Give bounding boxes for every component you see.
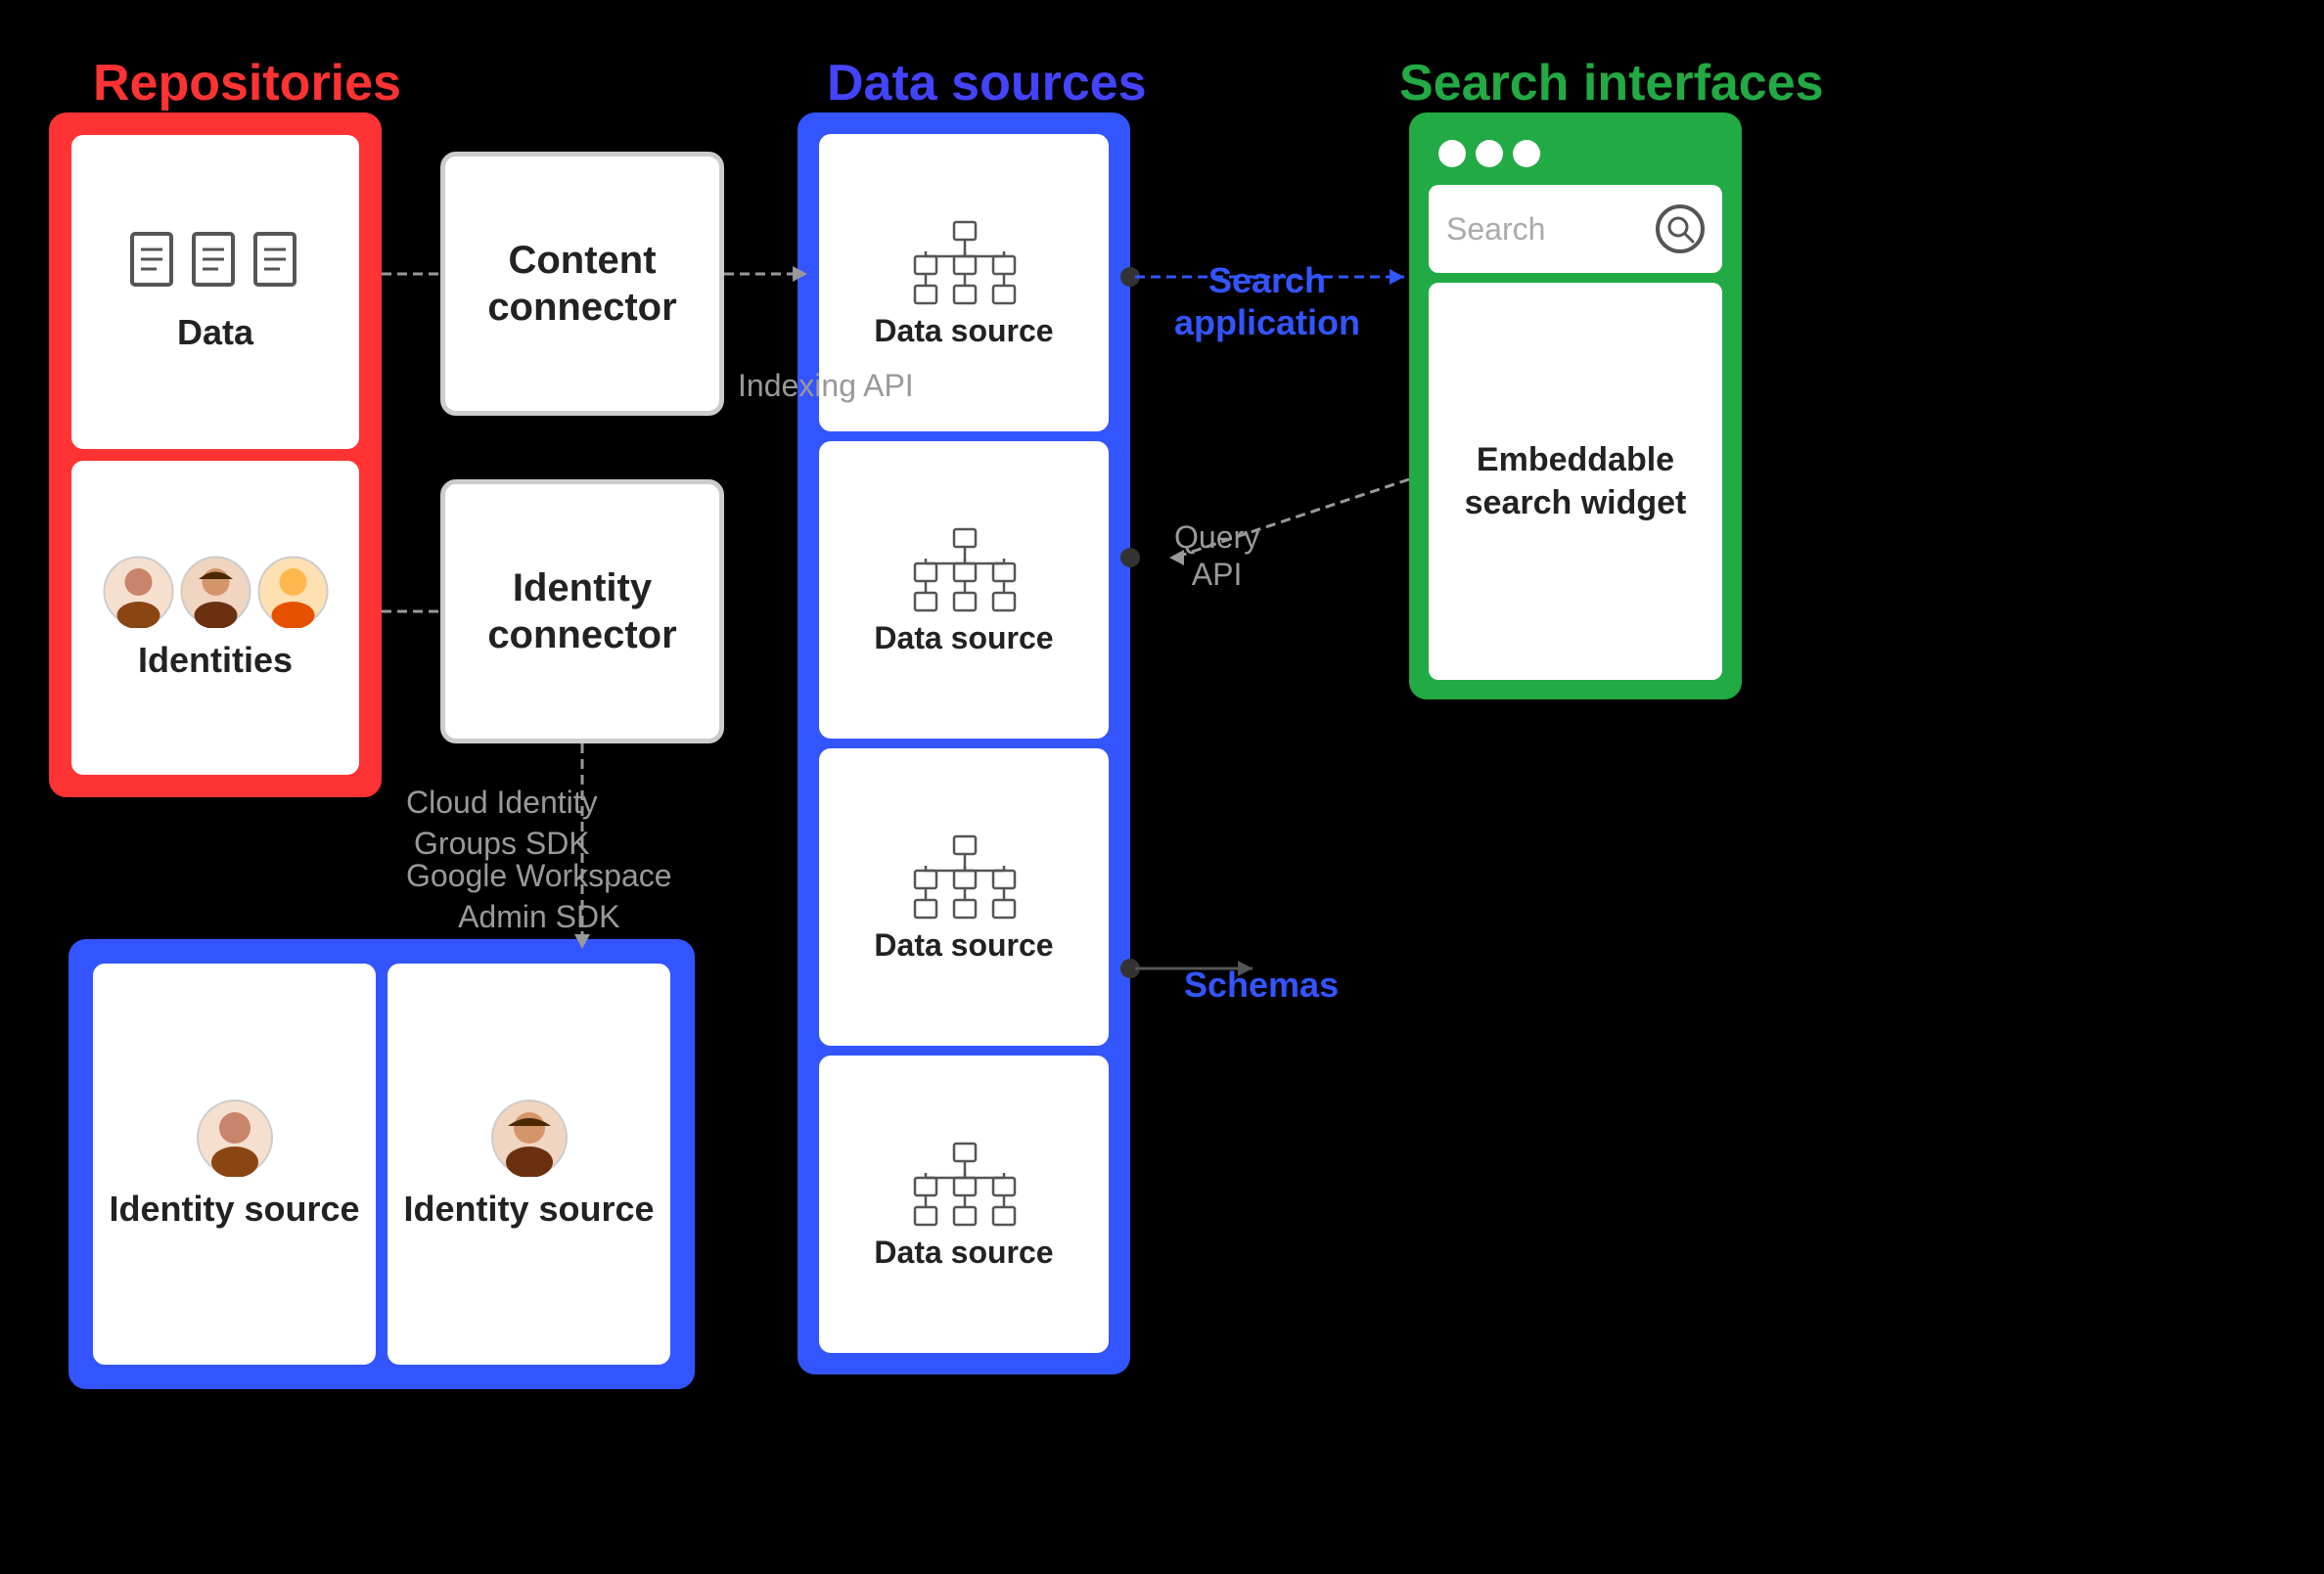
repositories-box: Data <box>49 112 382 797</box>
identity-source-1-label: Identity source <box>109 1189 359 1230</box>
data-box-label: Data <box>177 312 253 353</box>
data-sources-box: Data source Data source <box>797 112 1130 1374</box>
identity-source-2-label: Identity source <box>403 1189 654 1230</box>
diagram: Repositories Data sources Search interfa… <box>0 0 2324 1574</box>
search-icon <box>1656 204 1705 253</box>
person-icon-2 <box>179 555 252 628</box>
identity-source-1: Identity source <box>93 964 376 1365</box>
widget-label: Embeddable search widget <box>1429 438 1722 524</box>
identity-connector-label: Identity connector <box>445 564 719 658</box>
dot-2 <box>1476 140 1503 167</box>
identities-box-label: Identities <box>138 640 293 681</box>
search-placeholder: Search <box>1446 211 1545 247</box>
schemas-label: Schemas <box>1184 964 1339 1006</box>
tree-icon-4 <box>905 1139 1023 1227</box>
person-icon-1 <box>102 555 175 628</box>
content-connector-box: Content connector <box>440 152 724 416</box>
cloud-identity-label: Cloud IdentityGroups SDK <box>406 783 598 864</box>
identity-icons <box>102 555 330 628</box>
embeddable-widget: Embeddable search widget <box>1429 283 1722 680</box>
search-interface-box: Search Embeddable search widget <box>1409 112 1742 699</box>
identity-source-icon-2 <box>490 1099 569 1177</box>
tree-icon-2 <box>905 524 1023 612</box>
tree-icon-1 <box>905 217 1023 305</box>
indexing-api-label: Indexing API <box>738 367 914 404</box>
identity-connector-box: Identity connector <box>440 479 724 743</box>
search-dots <box>1429 132 1722 175</box>
data-source-4: Data source <box>819 1056 1109 1353</box>
person-icon-3 <box>256 555 330 628</box>
data-box: Data <box>71 135 359 449</box>
tree-icon-3 <box>905 832 1023 920</box>
content-connector-label: Content connector <box>445 237 719 331</box>
data-source-3-label: Data source <box>874 927 1053 964</box>
search-bar[interactable]: Search <box>1429 185 1722 273</box>
data-source-1-label: Data source <box>874 313 1053 349</box>
document-icon-1 <box>127 232 181 300</box>
document-icon-2 <box>189 232 243 300</box>
data-icons <box>127 232 304 300</box>
data-source-2-label: Data source <box>874 620 1053 656</box>
data-source-3: Data source <box>819 748 1109 1046</box>
search-interfaces-label: Search interfaces <box>1399 54 1824 112</box>
identity-sources-box: Identity source Identity source <box>68 939 695 1389</box>
identity-source-2: Identity source <box>387 964 670 1365</box>
data-source-4-label: Data source <box>874 1235 1053 1271</box>
google-workspace-label: Google WorkspaceAdmin SDK <box>406 856 672 937</box>
document-icon-3 <box>251 232 304 300</box>
dot-3 <box>1513 140 1540 167</box>
search-application-label: Searchapplication <box>1174 259 1360 343</box>
repositories-label: Repositories <box>93 54 401 112</box>
data-source-2: Data source <box>819 441 1109 739</box>
identity-source-icon-1 <box>196 1099 274 1177</box>
data-sources-label: Data sources <box>827 54 1147 112</box>
dot-1 <box>1438 140 1466 167</box>
query-api-label: QueryAPI <box>1174 518 1259 594</box>
identities-box: Identities <box>71 461 359 775</box>
